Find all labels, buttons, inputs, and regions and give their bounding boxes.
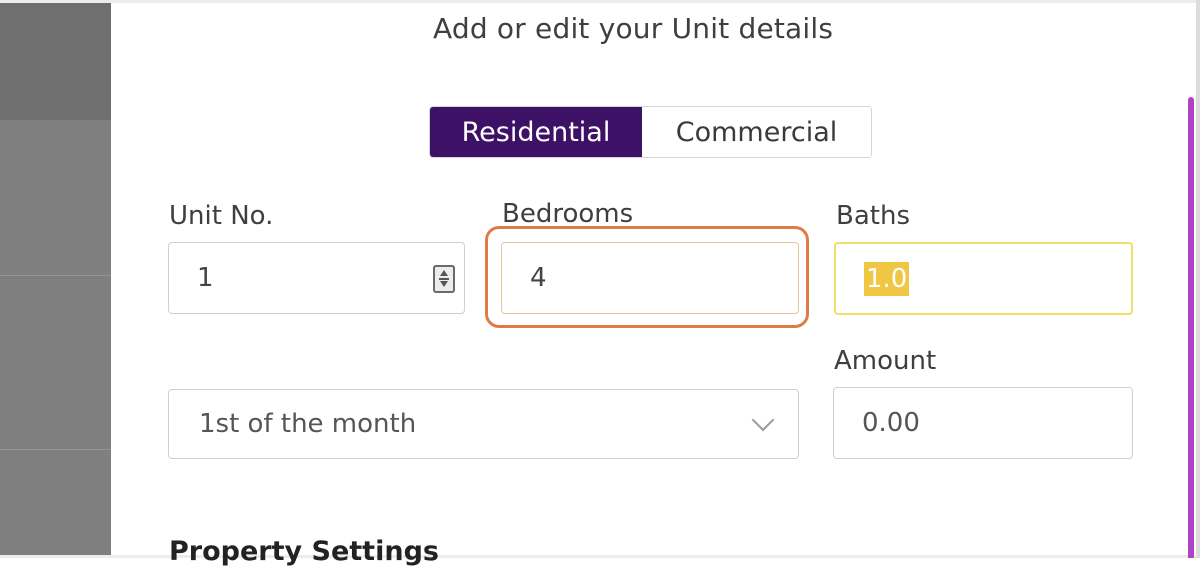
property-type-toggle: Residential Commercial <box>429 106 872 158</box>
spinner-up-arrow <box>440 270 448 276</box>
modal-scrollbar[interactable] <box>1188 97 1194 558</box>
chevron-down-icon <box>751 408 775 432</box>
toggle-commercial[interactable]: Commercial <box>642 107 871 157</box>
unit-no-label: Unit No. <box>169 201 274 231</box>
number-spinner-icon[interactable] <box>433 265 455 293</box>
toggle-residential[interactable]: Residential <box>430 107 642 157</box>
due-day-select[interactable]: 1st of the month <box>168 389 799 459</box>
modal-title: Add or edit your Unit details <box>433 12 834 45</box>
spinner-divider <box>439 278 449 280</box>
baths-label: Baths <box>836 201 910 231</box>
property-settings-heading: Property Settings <box>169 536 439 567</box>
baths-input[interactable]: 1.0 <box>834 242 1133 315</box>
unit-no-input[interactable]: 1 <box>168 242 465 314</box>
amount-value: 0.00 <box>862 408 920 438</box>
due-day-selected-value: 1st of the month <box>199 409 417 439</box>
bedrooms-highlight-ring <box>485 226 809 328</box>
baths-selected-value: 1.0 <box>864 261 910 296</box>
spinner-down-arrow <box>440 281 448 287</box>
background-header-band <box>0 0 111 120</box>
unit-no-value: 1 <box>197 263 214 293</box>
background-app-overlay <box>0 0 111 558</box>
amount-label: Amount <box>834 346 937 376</box>
bedrooms-label: Bedrooms <box>502 199 634 229</box>
window-right-edge <box>1196 0 1200 558</box>
background-divider <box>0 275 111 276</box>
background-divider <box>0 449 111 450</box>
amount-input[interactable]: 0.00 <box>833 387 1133 459</box>
